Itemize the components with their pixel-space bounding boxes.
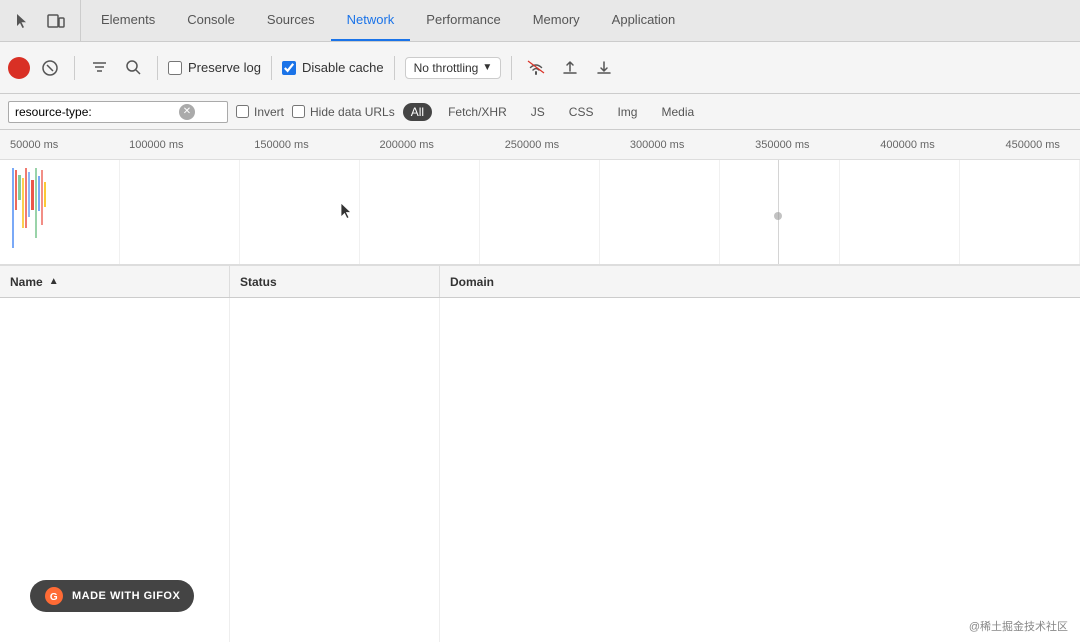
timeline-ruler: 50000 ms 100000 ms 150000 ms 200000 ms 2… bbox=[0, 130, 1080, 160]
record-button[interactable] bbox=[8, 57, 30, 79]
main-content: Preserve log Disable cache No throttling… bbox=[0, 42, 1080, 642]
svg-text:G: G bbox=[50, 592, 58, 603]
hide-data-urls-checkbox[interactable] bbox=[292, 105, 305, 118]
tab-network[interactable]: Network bbox=[331, 0, 411, 41]
hide-data-urls-label[interactable]: Hide data URLs bbox=[292, 105, 395, 119]
throttle-dropdown-arrow: ▼ bbox=[482, 62, 492, 73]
column-header-status[interactable]: Status bbox=[230, 266, 440, 297]
network-toolbar: Preserve log Disable cache No throttling… bbox=[0, 42, 1080, 94]
sort-arrow-icon: ▲ bbox=[49, 276, 59, 287]
filter-type-js[interactable]: JS bbox=[523, 103, 553, 121]
search-icon-button[interactable] bbox=[119, 54, 147, 82]
export-har-icon[interactable] bbox=[590, 54, 618, 82]
filter-type-img[interactable]: Img bbox=[609, 103, 645, 121]
import-har-icon[interactable] bbox=[556, 54, 584, 82]
table-status-column bbox=[230, 298, 440, 642]
tab-memory[interactable]: Memory bbox=[517, 0, 596, 41]
devtools-icons bbox=[8, 0, 81, 41]
gifox-icon: G bbox=[44, 586, 64, 606]
preserve-log-checkbox[interactable] bbox=[168, 61, 182, 75]
tab-performance[interactable]: Performance bbox=[410, 0, 516, 41]
filter-icon-button[interactable] bbox=[85, 54, 113, 82]
disable-cache-label[interactable]: Disable cache bbox=[282, 60, 384, 75]
toolbar-separator-4 bbox=[394, 56, 395, 80]
tab-sources[interactable]: Sources bbox=[251, 0, 331, 41]
filter-type-media[interactable]: Media bbox=[653, 103, 702, 121]
filter-type-all[interactable]: All bbox=[403, 103, 432, 121]
column-header-name[interactable]: Name ▲ bbox=[0, 266, 230, 297]
timeline-grid bbox=[0, 160, 1080, 264]
gifox-watermark: G MADE WITH GIFOX bbox=[30, 580, 194, 612]
cursor-icon[interactable] bbox=[8, 7, 36, 35]
toolbar-separator-5 bbox=[511, 56, 512, 80]
tab-console[interactable]: Console bbox=[171, 0, 251, 41]
throttle-selector[interactable]: No throttling ▼ bbox=[405, 57, 502, 79]
tab-bar: Elements Console Sources Network Perform… bbox=[0, 0, 1080, 42]
timeline-cursor-dot bbox=[774, 212, 782, 220]
toolbar-separator-2 bbox=[157, 56, 158, 80]
column-header-domain[interactable]: Domain bbox=[440, 275, 1080, 289]
invert-filter-label[interactable]: Invert bbox=[236, 105, 284, 119]
clear-button[interactable] bbox=[36, 54, 64, 82]
filter-type-fetch-xhr[interactable]: Fetch/XHR bbox=[440, 103, 515, 121]
disable-cache-checkbox[interactable] bbox=[282, 61, 296, 75]
author-credit: @稀土掘金技术社区 bbox=[969, 618, 1068, 634]
tab-elements[interactable]: Elements bbox=[85, 0, 171, 41]
timeline-labels: 50000 ms 100000 ms 150000 ms 200000 ms 2… bbox=[10, 139, 1070, 151]
invert-checkbox[interactable] bbox=[236, 105, 249, 118]
filter-bar: ✕ Invert Hide data URLs All Fetch/XHR JS… bbox=[0, 94, 1080, 130]
toolbar-separator-3 bbox=[271, 56, 272, 80]
table-domain-column bbox=[440, 298, 1080, 642]
tab-application[interactable]: Application bbox=[596, 0, 692, 41]
filter-type-css[interactable]: CSS bbox=[561, 103, 602, 121]
mouse-cursor bbox=[340, 202, 354, 225]
filter-clear-button[interactable]: ✕ bbox=[179, 104, 195, 120]
toolbar-separator-1 bbox=[74, 56, 75, 80]
table-header-row: Name ▲ Status Domain bbox=[0, 266, 1080, 298]
filter-input-wrap: ✕ bbox=[8, 101, 228, 123]
preserve-log-label[interactable]: Preserve log bbox=[168, 60, 261, 75]
network-conditions-icon[interactable] bbox=[522, 54, 550, 82]
device-toggle-icon[interactable] bbox=[42, 7, 70, 35]
timeline-chart bbox=[0, 160, 1080, 265]
filter-input[interactable] bbox=[15, 105, 175, 119]
